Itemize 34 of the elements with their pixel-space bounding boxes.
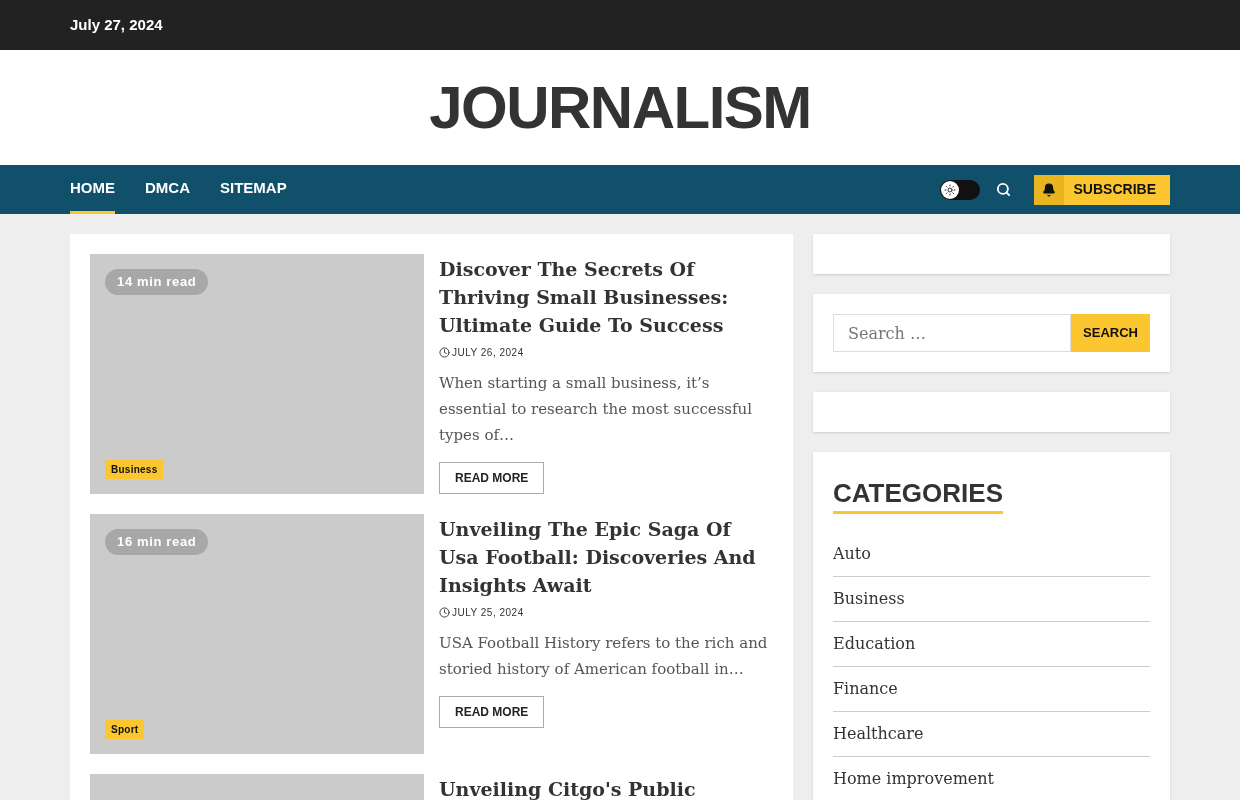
article-title[interactable]: Unveiling Citgo's Public bbox=[439, 775, 696, 800]
read-time-badge: 16 min read bbox=[105, 529, 209, 555]
search-button[interactable]: SEARCH bbox=[1071, 314, 1150, 352]
site-title[interactable]: JOURNALISM bbox=[429, 77, 811, 138]
category-link[interactable]: Auto bbox=[833, 542, 1150, 577]
categories-heading: CATEGORIES bbox=[833, 477, 1003, 514]
read-time-badge: 14 min read bbox=[105, 269, 209, 295]
article-date: JULY 26, 2024 bbox=[452, 346, 524, 360]
article-date: JULY 25, 2024 bbox=[452, 606, 524, 620]
subscribe-button[interactable]: SUBSCRIBE bbox=[1033, 174, 1170, 205]
sun-icon bbox=[943, 183, 956, 196]
article-excerpt: When starting a small business, it’s essential to research the most successful types of… bbox=[439, 373, 754, 446]
article-title[interactable]: Unveiling The Epic Saga Of Usa Football: Discoveries And Insights Await bbox=[439, 515, 773, 599]
category-tag[interactable]: Sport bbox=[105, 720, 145, 739]
article-title[interactable]: Discover The Secrets Of Thriving Small Businesses: Ultimate Guide To Success bbox=[439, 255, 773, 339]
read-more-button[interactable]: READ MORE bbox=[439, 462, 545, 494]
category-tag[interactable]: Business bbox=[105, 460, 164, 479]
search-icon[interactable] bbox=[995, 182, 1011, 197]
nav-link[interactable]: HOME bbox=[70, 165, 115, 214]
nav-link[interactable]: SITEMAP bbox=[220, 165, 287, 214]
theme-toggle[interactable] bbox=[939, 179, 980, 200]
clock-icon bbox=[439, 347, 450, 358]
category-link[interactable]: Home improvement bbox=[833, 767, 1150, 800]
search-field[interactable]: Search … bbox=[833, 314, 1072, 352]
category-link[interactable]: Healthcare bbox=[833, 722, 1150, 757]
article-excerpt: USA Football History refers to the rich and storied history of American football in… bbox=[439, 633, 769, 680]
category-link[interactable]: Finance bbox=[833, 677, 1150, 712]
category-link[interactable]: Education bbox=[833, 632, 1150, 667]
bell-icon bbox=[1041, 182, 1056, 197]
nav-link[interactable]: DMCA bbox=[145, 165, 190, 214]
read-more-button[interactable]: READ MORE bbox=[439, 696, 545, 728]
clock-icon bbox=[439, 607, 450, 618]
current-date: July 27, 2024 bbox=[70, 14, 163, 35]
category-link[interactable]: Business bbox=[833, 587, 1150, 622]
